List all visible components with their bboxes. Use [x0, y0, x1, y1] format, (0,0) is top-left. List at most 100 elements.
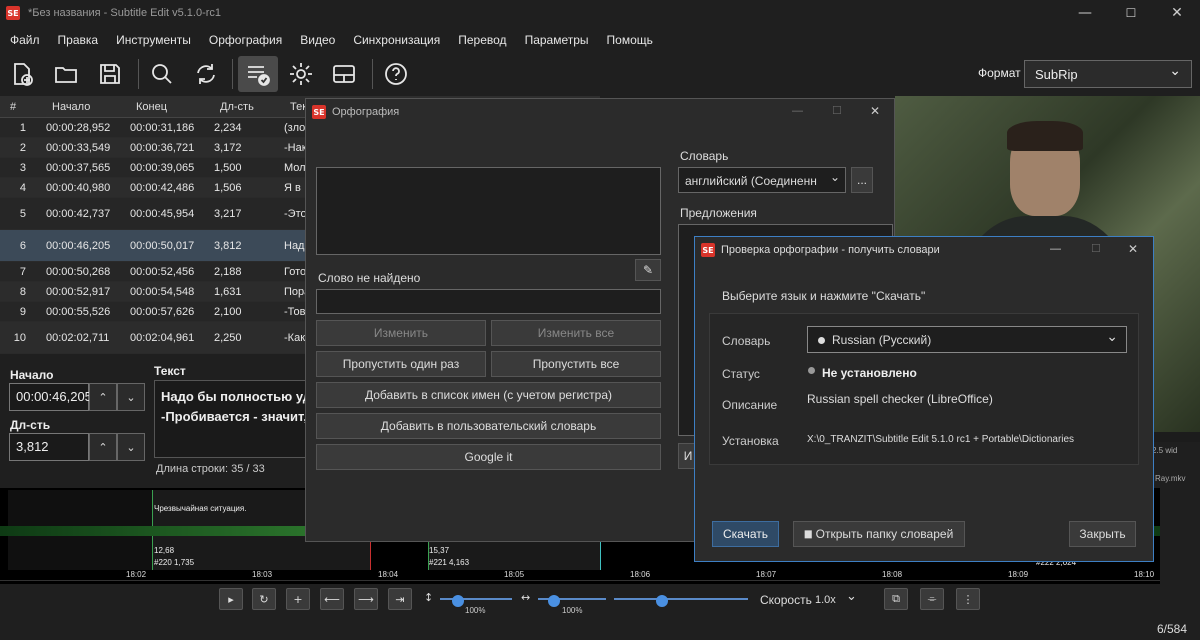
open-dictionary-folder-button[interactable]: ▆ Открыть папку словарей — [793, 521, 965, 547]
toolbar-separator — [372, 59, 373, 89]
close-button[interactable]: ✕ — [1154, 0, 1200, 26]
format-select[interactable]: SubRip ⌄ — [1024, 60, 1192, 88]
duration-input[interactable]: 3,812 — [9, 433, 89, 461]
start-time-input[interactable]: 00:00:46,205 — [9, 383, 92, 411]
cell-text: Пора — [284, 286, 306, 298]
menu-translate[interactable]: Перевод — [449, 28, 515, 52]
spellcheck-icon[interactable] — [238, 56, 278, 92]
cell-n: 1 — [19, 122, 26, 134]
dialog-maximize-button[interactable]: ☐ — [832, 104, 842, 117]
subtitle-text-input[interactable]: Надо бы полностью удо -Пробивается - зна… — [154, 380, 314, 458]
add-button[interactable]: + — [286, 588, 310, 610]
speed-label: Скорость — [760, 593, 812, 607]
back-button[interactable]: ⟵ — [320, 588, 344, 610]
start-up-button[interactable]: ⌃ — [89, 383, 117, 411]
dialog-close-button[interactable]: ✕ — [870, 104, 880, 118]
description-value: Russian spell checker (LibreOffice) — [807, 392, 993, 406]
toolbar-separator — [232, 59, 233, 89]
text-label: Текст — [154, 364, 186, 378]
app-logo-icon: SE — [312, 105, 326, 119]
duration-up-button[interactable]: ⌃ — [89, 433, 117, 461]
cell-dur: 2,100 — [214, 306, 242, 318]
menu-spellcheck[interactable]: Орфография — [200, 28, 291, 52]
dialog-minimize-button[interactable]: — — [792, 105, 803, 117]
col-duration[interactable]: Дл-сть — [220, 101, 254, 113]
more-options-button[interactable]: ⋮ — [956, 588, 980, 610]
col-number[interactable]: # — [10, 101, 16, 113]
help-icon[interactable] — [378, 56, 414, 92]
cell-dur: 3,812 — [214, 240, 242, 252]
search-icon[interactable] — [144, 56, 180, 92]
tick-label: 18:08 — [882, 570, 903, 579]
skip-once-button[interactable]: Пропустить один раз — [316, 351, 486, 377]
dialog-close-button[interactable]: ✕ — [1128, 242, 1138, 256]
maximize-button[interactable]: ☐ — [1108, 0, 1154, 26]
edit-pencil-icon[interactable]: ✎ — [635, 259, 661, 281]
menu-edit[interactable]: Правка — [49, 28, 108, 52]
open-folder-icon[interactable] — [48, 56, 84, 92]
dictionary-more-button[interactable]: ... — [851, 167, 873, 193]
waveform-option-button[interactable]: ⧉ — [884, 588, 908, 610]
play-button[interactable]: ▸ — [219, 588, 243, 610]
duration-label: Дл-сть — [10, 418, 51, 432]
start-label: Начало — [10, 368, 54, 382]
menu-sync[interactable]: Синхронизация — [344, 28, 449, 52]
duration-down-button[interactable]: ⌄ — [117, 433, 145, 461]
vertical-zoom-icon: ↕ — [424, 591, 434, 604]
skip-all-button[interactable]: Пропустить все — [491, 351, 661, 377]
cell-text: -Как -Так — [284, 332, 306, 344]
context-text-box[interactable] — [316, 167, 661, 255]
word-input[interactable] — [316, 289, 661, 314]
add-to-user-dict-button[interactable]: Добавить в пользовательский словарь — [316, 413, 661, 439]
layout-icon[interactable] — [326, 56, 362, 92]
dialog-maximize-button[interactable]: ☐ — [1091, 242, 1101, 255]
menu-help[interactable]: Помощь — [598, 28, 662, 52]
cell-start: 00:02:02,711 — [46, 332, 110, 344]
speed-value[interactable]: 1.0x — [815, 594, 836, 606]
col-start[interactable]: Начало — [52, 101, 90, 113]
save-icon[interactable] — [92, 56, 128, 92]
cell-end: 00:00:42,486 — [130, 182, 195, 194]
download-button[interactable]: Скачать — [712, 521, 779, 547]
gear-icon[interactable] — [283, 56, 319, 92]
cell-dur: 2,234 — [214, 122, 242, 134]
loop-button[interactable]: ↻ — [252, 588, 276, 610]
col-end[interactable]: Конец — [136, 101, 167, 113]
close-dialog-button[interactable]: Закрыть — [1069, 521, 1136, 547]
suggestions-label: Предложения — [680, 206, 757, 220]
tick-label: 18:05 — [504, 570, 525, 579]
change-all-button[interactable]: Изменить все — [491, 320, 661, 346]
dialog-minimize-button[interactable]: — — [1050, 243, 1061, 255]
forward-button[interactable]: ⟶ — [354, 588, 378, 610]
menu-tools[interactable]: Инструменты — [107, 28, 200, 52]
dictionary-select[interactable]: английский (Соединенн ⌄ — [678, 167, 846, 193]
add-to-names-button[interactable]: Добавить в список имен (с учетом регистр… — [316, 382, 661, 408]
format-label: Формат — [978, 66, 1021, 80]
app-logo-icon: SE — [6, 6, 20, 20]
menu-file[interactable]: Файл — [1, 28, 49, 52]
person-hair — [1007, 121, 1083, 151]
cell-end: 00:00:31,186 — [130, 122, 195, 134]
language-select[interactable]: Russian (Русский) ⌄ — [807, 326, 1127, 353]
cell-start: 00:00:33,549 — [46, 142, 111, 154]
text-line-1: Надо бы полностью удо — [161, 389, 314, 404]
format-value: SubRip — [1035, 67, 1078, 82]
sync-icon[interactable] — [188, 56, 224, 92]
change-button[interactable]: Изменить — [316, 320, 486, 346]
chevron-down-icon[interactable]: ⌄ — [846, 589, 857, 604]
cell-n: 2 — [19, 142, 26, 154]
start-down-button[interactable]: ⌄ — [117, 383, 145, 411]
google-it-button[interactable]: Google it — [316, 444, 661, 470]
cue2-info: 15,37 — [429, 546, 450, 555]
cell-dur: 1,631 — [214, 286, 242, 298]
minimize-button[interactable]: — — [1062, 0, 1108, 26]
menu-options[interactable]: Параметры — [516, 28, 598, 52]
new-file-icon[interactable] — [4, 56, 40, 92]
instruction-text: Выберите язык и нажмите "Скачать" — [722, 289, 926, 303]
cell-n: 4 — [19, 182, 26, 194]
volume-slider[interactable] — [614, 595, 748, 607]
mark-button[interactable]: ⇥ — [388, 588, 412, 610]
menu-video[interactable]: Видео — [291, 28, 344, 52]
waveform-split-button[interactable]: ⌯ — [920, 588, 944, 610]
dictionary-value: английский (Соединенн — [685, 174, 817, 188]
